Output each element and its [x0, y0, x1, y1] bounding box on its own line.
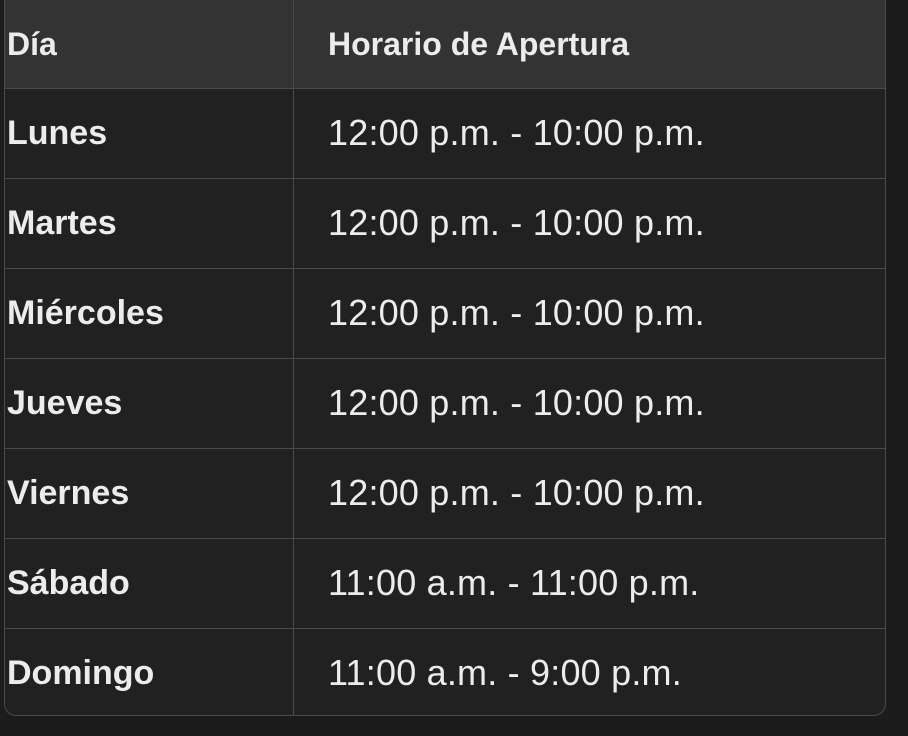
cell-hours: 12:00 p.m. - 10:00 p.m. — [293, 268, 885, 359]
table-row: Lunes 12:00 p.m. - 10:00 p.m. — [5, 88, 885, 179]
header-hours: Horario de Apertura — [293, 0, 885, 89]
opening-hours-table: Día Horario de Apertura Lunes 12:00 p.m.… — [5, 0, 885, 715]
table-body: Lunes 12:00 p.m. - 10:00 p.m. Martes 12:… — [5, 88, 885, 715]
cell-hours: 11:00 a.m. - 11:00 p.m. — [293, 538, 885, 629]
header-day: Día — [5, 0, 294, 89]
table-row: Viernes 12:00 p.m. - 10:00 p.m. — [5, 448, 885, 539]
cell-day: Martes — [5, 178, 294, 269]
cell-day: Miércoles — [5, 268, 294, 359]
opening-hours-table-container: Día Horario de Apertura Lunes 12:00 p.m.… — [4, 0, 886, 716]
header-row: Día Horario de Apertura — [5, 0, 885, 89]
cell-hours: 11:00 a.m. - 9:00 p.m. — [328, 652, 682, 694]
cell-day: Jueves — [5, 358, 294, 449]
cell-day: Lunes — [5, 88, 294, 179]
cell-hours: 12:00 p.m. - 10:00 p.m. — [293, 88, 885, 179]
cell-hours: 12:00 p.m. - 10:00 p.m. — [293, 358, 885, 449]
table-row: Jueves 12:00 p.m. - 10:00 p.m. — [5, 358, 885, 449]
table-row: Miércoles 12:00 p.m. - 10:00 p.m. — [5, 268, 885, 359]
table-header: Día Horario de Apertura — [5, 0, 885, 89]
cell-hours: 12:00 p.m. - 10:00 p.m. — [293, 448, 885, 539]
table-row: Domingo 11:00 a.m. - 9:00 p.m. — [5, 628, 885, 715]
cell-hours: 12:00 p.m. - 10:00 p.m. — [293, 178, 885, 269]
cell-day: Sábado — [5, 538, 294, 629]
table-row: Martes 12:00 p.m. - 10:00 p.m. — [5, 178, 885, 269]
cell-day: Domingo — [5, 628, 294, 715]
table-row: Sábado 11:00 a.m. - 11:00 p.m. — [5, 538, 885, 629]
cell-day: Viernes — [5, 448, 294, 539]
